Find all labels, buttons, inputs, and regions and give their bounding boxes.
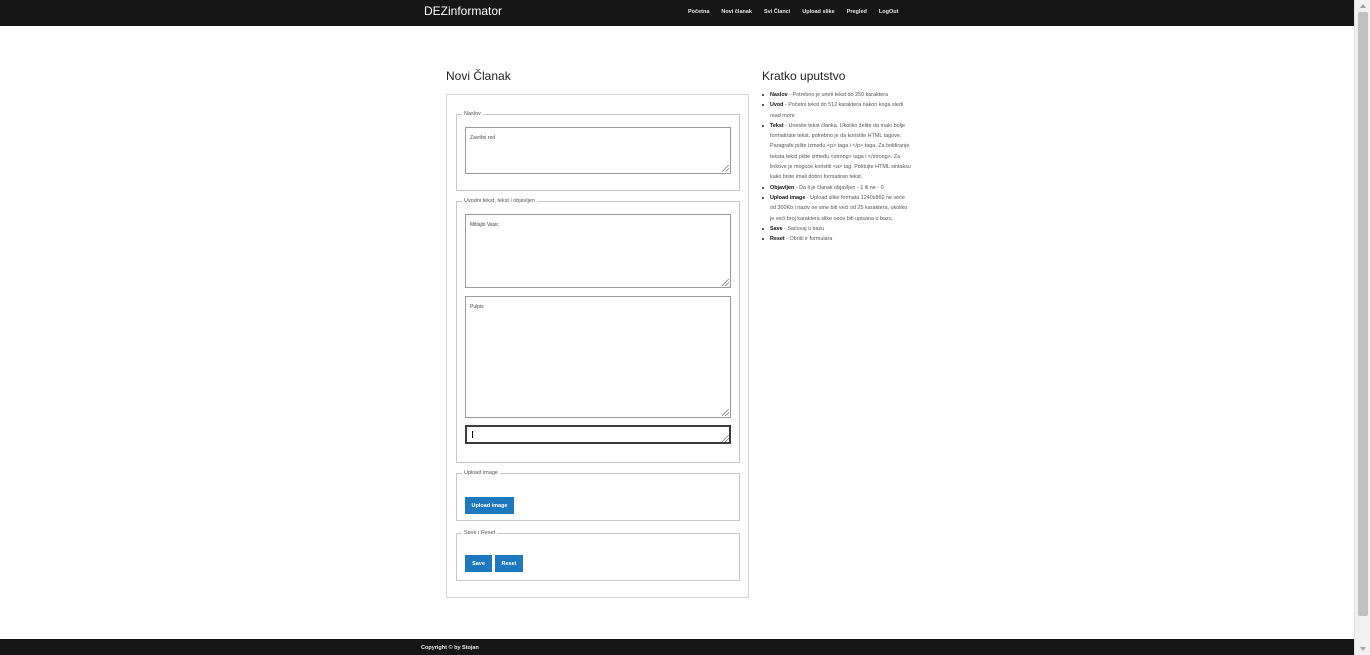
nav-links: Početna Novi članak Svi Članci Upload sl… — [688, 9, 910, 15]
resize-grip-icon[interactable] — [722, 165, 729, 172]
naslov-input[interactable]: Završni red — [465, 127, 731, 174]
help-text: - Da li je članak objavljen - 1 ili ne -… — [794, 184, 884, 191]
reset-button[interactable]: Reset — [495, 555, 523, 572]
published-input[interactable] — [465, 425, 731, 444]
actions-legend: Save i Reset — [464, 530, 496, 536]
help-item-objavljen: Objavljen - Da li je članak objavljen - … — [762, 183, 912, 193]
help-item-upload: Upload image - Upload slike formata 1240… — [762, 193, 912, 224]
help-item-uvod: Uvod - Početni tekst do 512 karaktera na… — [762, 100, 912, 121]
article-form: Naslov Završni red Uvodni tekst, tekst i… — [446, 94, 749, 598]
uvod-legend: Uvodni tekst, tekst i objavljen — [464, 198, 535, 204]
uvod-fieldset: Uvodni tekst, tekst i objavljen Miltajlo… — [456, 198, 740, 463]
nav-link-pregled[interactable]: Pregled — [847, 9, 867, 15]
upload-image-button[interactable]: Upload image — [465, 497, 514, 514]
upload-legend: Upload image — [464, 470, 498, 476]
help-item-save: Save - Sačuvaj u bazu — [762, 224, 912, 234]
brand-logo[interactable]: DEZinformator — [424, 4, 502, 18]
naslov-value: Završni red — [470, 135, 496, 141]
text-value: Pulpis — [470, 304, 484, 310]
save-button[interactable]: Save — [465, 555, 492, 572]
nav-link-novi-clanak[interactable]: Novi članak — [721, 9, 752, 15]
scroll-up-arrow-icon[interactable] — [1360, 4, 1366, 8]
scroll-thumb[interactable] — [1358, 12, 1368, 616]
page: DEZinformator Početna Novi članak Svi Čl… — [0, 0, 1370, 655]
help-item-tekst: Tekst - Unesite tekst članka. Ukoliko že… — [762, 121, 912, 183]
help-list: Naslov - Potrebno je uneti tekst do 250 … — [762, 90, 912, 244]
help-term: Save — [770, 225, 783, 232]
help-term: Uvod — [770, 102, 784, 109]
help-text: - Sačuvaj u bazu — [782, 225, 825, 232]
naslov-fieldset: Naslov Završni red — [456, 111, 740, 191]
nav-link-upload-slike[interactable]: Upload slike — [802, 9, 834, 15]
intro-value: Miltajlo Vasic — [470, 222, 499, 228]
intro-input[interactable]: Miltajlo Vasic — [465, 214, 731, 288]
upload-fieldset: Upload image Upload image — [456, 470, 740, 521]
text-input[interactable]: Pulpis — [465, 296, 731, 418]
resize-grip-icon[interactable] — [722, 279, 729, 286]
top-navbar: DEZinformator Početna Novi članak Svi Čl… — [0, 0, 1354, 26]
scroll-down-arrow-icon[interactable] — [1360, 647, 1366, 651]
nav-link-svi-clanci[interactable]: Svi Članci — [764, 9, 790, 15]
resize-grip-icon[interactable] — [722, 409, 729, 416]
footer-copyright: Copyright © by Stojan — [421, 645, 479, 651]
help-item-naslov: Naslov - Potrebno je uneti tekst do 250 … — [762, 90, 912, 100]
nav-link-pocetna[interactable]: Početna — [688, 9, 709, 15]
footer: Copyright © by Stojan — [0, 639, 1354, 655]
help-term: Objavljen — [770, 184, 795, 191]
help-term: Upload image — [770, 194, 806, 201]
actions-fieldset: Save i Reset Save Reset — [456, 530, 740, 581]
vertical-scrollbar[interactable] — [1354, 0, 1370, 655]
help-text: - Unesite tekst članka. Ukoliko želite d… — [770, 122, 911, 181]
help-text: - Potrebno je uneti tekst do 250 karakte… — [787, 92, 889, 98]
help-term: Reset — [770, 236, 785, 243]
help-text: - Obriši ir formulara — [784, 236, 833, 243]
resize-grip-icon[interactable] — [722, 435, 729, 442]
naslov-legend: Naslov — [464, 111, 481, 117]
nav-link-logout[interactable]: LogOut — [879, 9, 899, 15]
form-heading: Novi Članak — [446, 69, 511, 83]
help-heading: Kratko uputstvo — [762, 69, 846, 83]
help-term: Tekst — [770, 122, 784, 129]
text-cursor — [472, 431, 473, 438]
help-item-reset: Reset - Obriši ir formulara — [762, 234, 912, 244]
help-text: - Početni tekst do 512 karaktera nakon k… — [770, 102, 904, 119]
help-term: Naslov — [770, 92, 788, 98]
